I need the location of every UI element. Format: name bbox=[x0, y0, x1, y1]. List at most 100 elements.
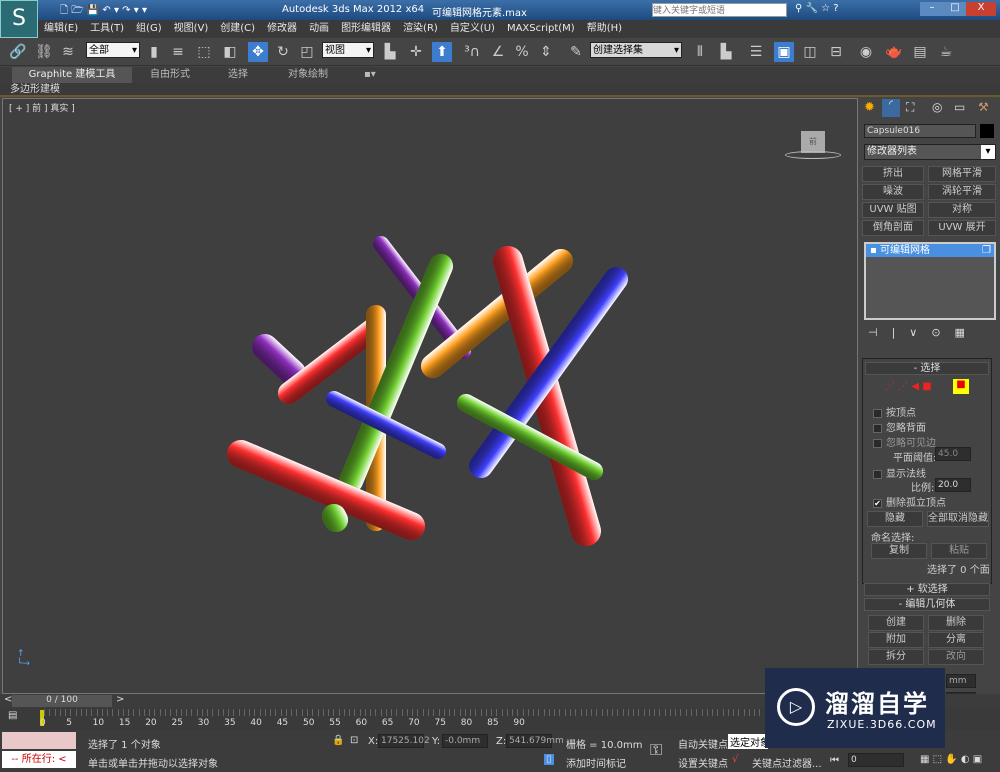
scale-input[interactable]: 20.0 bbox=[935, 478, 971, 492]
maximize-button[interactable]: □ bbox=[944, 2, 966, 16]
selection-rollout-header[interactable]: - 选择 bbox=[865, 362, 989, 375]
select-by-name-icon[interactable]: ≡ bbox=[168, 42, 188, 62]
ref-coord-dropdown[interactable]: 视图 bbox=[322, 42, 374, 59]
menu-item[interactable]: 修改器 bbox=[267, 20, 297, 38]
polygon-modeling-label[interactable]: 多边形建模 bbox=[10, 83, 60, 96]
rotate-icon[interactable]: ↻ bbox=[273, 42, 293, 62]
time-slider-thumb[interactable]: 0 / 100 bbox=[12, 695, 112, 707]
manipulate-icon[interactable]: ✛ bbox=[406, 42, 426, 62]
minimize-button[interactable]: – bbox=[920, 2, 944, 16]
menu-item[interactable]: 帮助(H) bbox=[587, 20, 622, 38]
stack-tools-icons[interactable]: ⊣|∨⊙▦ bbox=[868, 326, 979, 339]
percent-snap-icon[interactable]: % bbox=[512, 42, 532, 62]
element-level-icon[interactable]: ■ bbox=[953, 379, 969, 394]
menu-item[interactable]: 动画 bbox=[309, 20, 329, 38]
delete-button[interactable]: 删除 bbox=[928, 615, 984, 631]
graphite-toggle-icon[interactable]: ▣ bbox=[774, 42, 794, 62]
menu-item[interactable]: 渲染(R) bbox=[403, 20, 438, 38]
unhide-all-button[interactable]: 全部取消隐藏 bbox=[927, 511, 989, 527]
copy-button[interactable]: 复制 bbox=[871, 543, 927, 559]
object-color-swatch[interactable] bbox=[980, 124, 994, 138]
search-input[interactable] bbox=[652, 3, 787, 17]
show-normals-checkbox[interactable]: 显示法线 bbox=[873, 465, 926, 480]
spinner-snap-icon[interactable]: ⇕ bbox=[536, 42, 556, 62]
display-tab-icon[interactable]: ▭ bbox=[954, 100, 965, 114]
maxscript-listener[interactable] bbox=[2, 732, 76, 749]
select-object-icon[interactable]: ▮ bbox=[144, 42, 164, 62]
viewport-front[interactable]: [ + ] 前 ] 真实 ] 前 ↑ └→ bbox=[2, 98, 858, 694]
hide-button[interactable]: 隐藏 bbox=[867, 511, 923, 527]
set-key-button[interactable]: 设置关键点 bbox=[678, 755, 728, 770]
detach-button[interactable]: 分离 bbox=[928, 632, 984, 648]
angle-snap-icon[interactable]: ∠ bbox=[488, 42, 508, 62]
link-icon[interactable]: 🔗 bbox=[8, 42, 28, 62]
x-coord-input[interactable]: 17525.102 bbox=[378, 734, 430, 748]
utilities-tab-icon[interactable]: ⚒ bbox=[978, 100, 989, 114]
time-tag-icon[interactable]: ▯ bbox=[544, 754, 554, 765]
menu-item[interactable]: 创建(C) bbox=[220, 20, 255, 38]
modifier-button[interactable]: 挤出 bbox=[862, 166, 924, 182]
ignore-visible-edges-checkbox[interactable]: 忽略可见边 bbox=[873, 434, 936, 449]
hierarchy-tab-icon[interactable]: ⛶ bbox=[906, 100, 914, 115]
menu-item[interactable]: MAXScript(M) bbox=[507, 20, 575, 38]
ribbon-tab-freeform[interactable]: 自由形式 bbox=[150, 67, 190, 83]
turn-button[interactable]: 改向 bbox=[928, 649, 984, 665]
menu-item[interactable]: 工具(T) bbox=[90, 20, 124, 38]
auto-key-button[interactable]: 自动关键点 bbox=[678, 736, 728, 751]
soft-selection-rollout[interactable]: + 软选择 bbox=[864, 583, 990, 596]
subobject-level-icons[interactable]: ⋰ ⋰ ◀ ■ bbox=[885, 381, 932, 392]
viewport-nav-icons[interactable]: ▦ ⬚ ✋ ◐ ▣ bbox=[920, 754, 982, 765]
keyboard-shortcut-icon[interactable]: ⬆ bbox=[432, 42, 452, 62]
attach-button[interactable]: 附加 bbox=[868, 632, 924, 648]
material-editor-icon[interactable]: ◉ bbox=[856, 42, 876, 62]
planar-threshold-input[interactable]: 45.0 bbox=[935, 447, 971, 461]
create-tab-icon[interactable]: ✹ bbox=[864, 100, 875, 115]
layer-icon[interactable]: ☰ bbox=[746, 42, 766, 62]
next-frame-icon[interactable]: > bbox=[116, 694, 124, 705]
modify-tab-icon[interactable]: ◜ bbox=[882, 99, 900, 117]
app-logo[interactable]: S bbox=[0, 0, 38, 38]
selection-filter-dropdown[interactable]: 全部 bbox=[86, 42, 140, 59]
chevron-down-icon[interactable]: ▾ bbox=[981, 145, 995, 159]
ignore-backface-checkbox[interactable]: 忽略背面 bbox=[873, 419, 926, 434]
mini-curve-editor-icon[interactable]: ▤ bbox=[8, 710, 17, 721]
object-name-input[interactable]: Capsule016 bbox=[864, 124, 976, 138]
move-icon[interactable]: ✥ bbox=[248, 42, 268, 62]
pivot-icon[interactable]: ▙ bbox=[380, 42, 400, 62]
unlink-icon[interactable]: ⛓ bbox=[34, 42, 54, 62]
modifier-button[interactable]: 倒角剖面 bbox=[862, 220, 924, 236]
menu-item[interactable]: 编辑(E) bbox=[44, 20, 78, 38]
key-filters-button[interactable]: 关键点过滤器... bbox=[752, 755, 822, 770]
ribbon-tab-object-paint[interactable]: 对象绘制 bbox=[288, 67, 328, 83]
modifier-button[interactable]: 网格平滑 bbox=[928, 166, 996, 182]
add-time-tag[interactable]: 添加时间标记 bbox=[566, 755, 626, 770]
edit-geometry-rollout[interactable]: - 编辑几何体 bbox=[864, 598, 990, 611]
bind-spacewarp-icon[interactable]: ≋ bbox=[58, 42, 78, 62]
mirror-icon[interactable]: ⫴ bbox=[690, 42, 710, 62]
create-button[interactable]: 创建 bbox=[868, 615, 924, 631]
modifier-button[interactable]: UVW 展开 bbox=[928, 220, 996, 236]
divide-button[interactable]: 拆分 bbox=[868, 649, 924, 665]
edge-field-1[interactable]: mm bbox=[946, 674, 976, 688]
modifier-button[interactable]: 噪波 bbox=[862, 184, 924, 200]
delete-isolated-checkbox[interactable]: ✔ 删除孤立顶点 bbox=[873, 494, 946, 509]
current-line-label[interactable]: -- 所在行: < bbox=[2, 751, 76, 768]
paste-button[interactable]: 粘贴 bbox=[931, 543, 987, 559]
menu-item[interactable]: 视图(V) bbox=[174, 20, 209, 38]
align-icon[interactable]: ▙ bbox=[716, 42, 736, 62]
menu-item[interactable]: 图形编辑器 bbox=[341, 20, 391, 38]
snap-icon[interactable]: ³∩ bbox=[462, 42, 482, 62]
rect-selection-icon[interactable]: ⬚ bbox=[194, 42, 214, 62]
named-selection-dropdown[interactable]: 创建选择集 bbox=[590, 42, 682, 59]
lock-icon[interactable]: 🔒 bbox=[332, 735, 344, 746]
render-setup-icon[interactable]: 🫖 bbox=[884, 42, 904, 62]
modifier-button[interactable]: 涡轮平滑 bbox=[928, 184, 996, 200]
rendered-frame-icon[interactable]: ▤ bbox=[910, 42, 930, 62]
close-button[interactable]: X bbox=[966, 2, 996, 16]
schematic-view-icon[interactable]: ⊟ bbox=[826, 42, 846, 62]
stack-item-editable-mesh[interactable]: ▪ 可编辑网格 ❐ bbox=[866, 244, 994, 257]
modifier-button[interactable]: 对称 bbox=[928, 202, 996, 218]
render-icon[interactable]: ☕ bbox=[936, 42, 956, 62]
key-icon[interactable]: ⚿ bbox=[650, 740, 662, 760]
curve-editor-icon[interactable]: ◫ bbox=[800, 42, 820, 62]
